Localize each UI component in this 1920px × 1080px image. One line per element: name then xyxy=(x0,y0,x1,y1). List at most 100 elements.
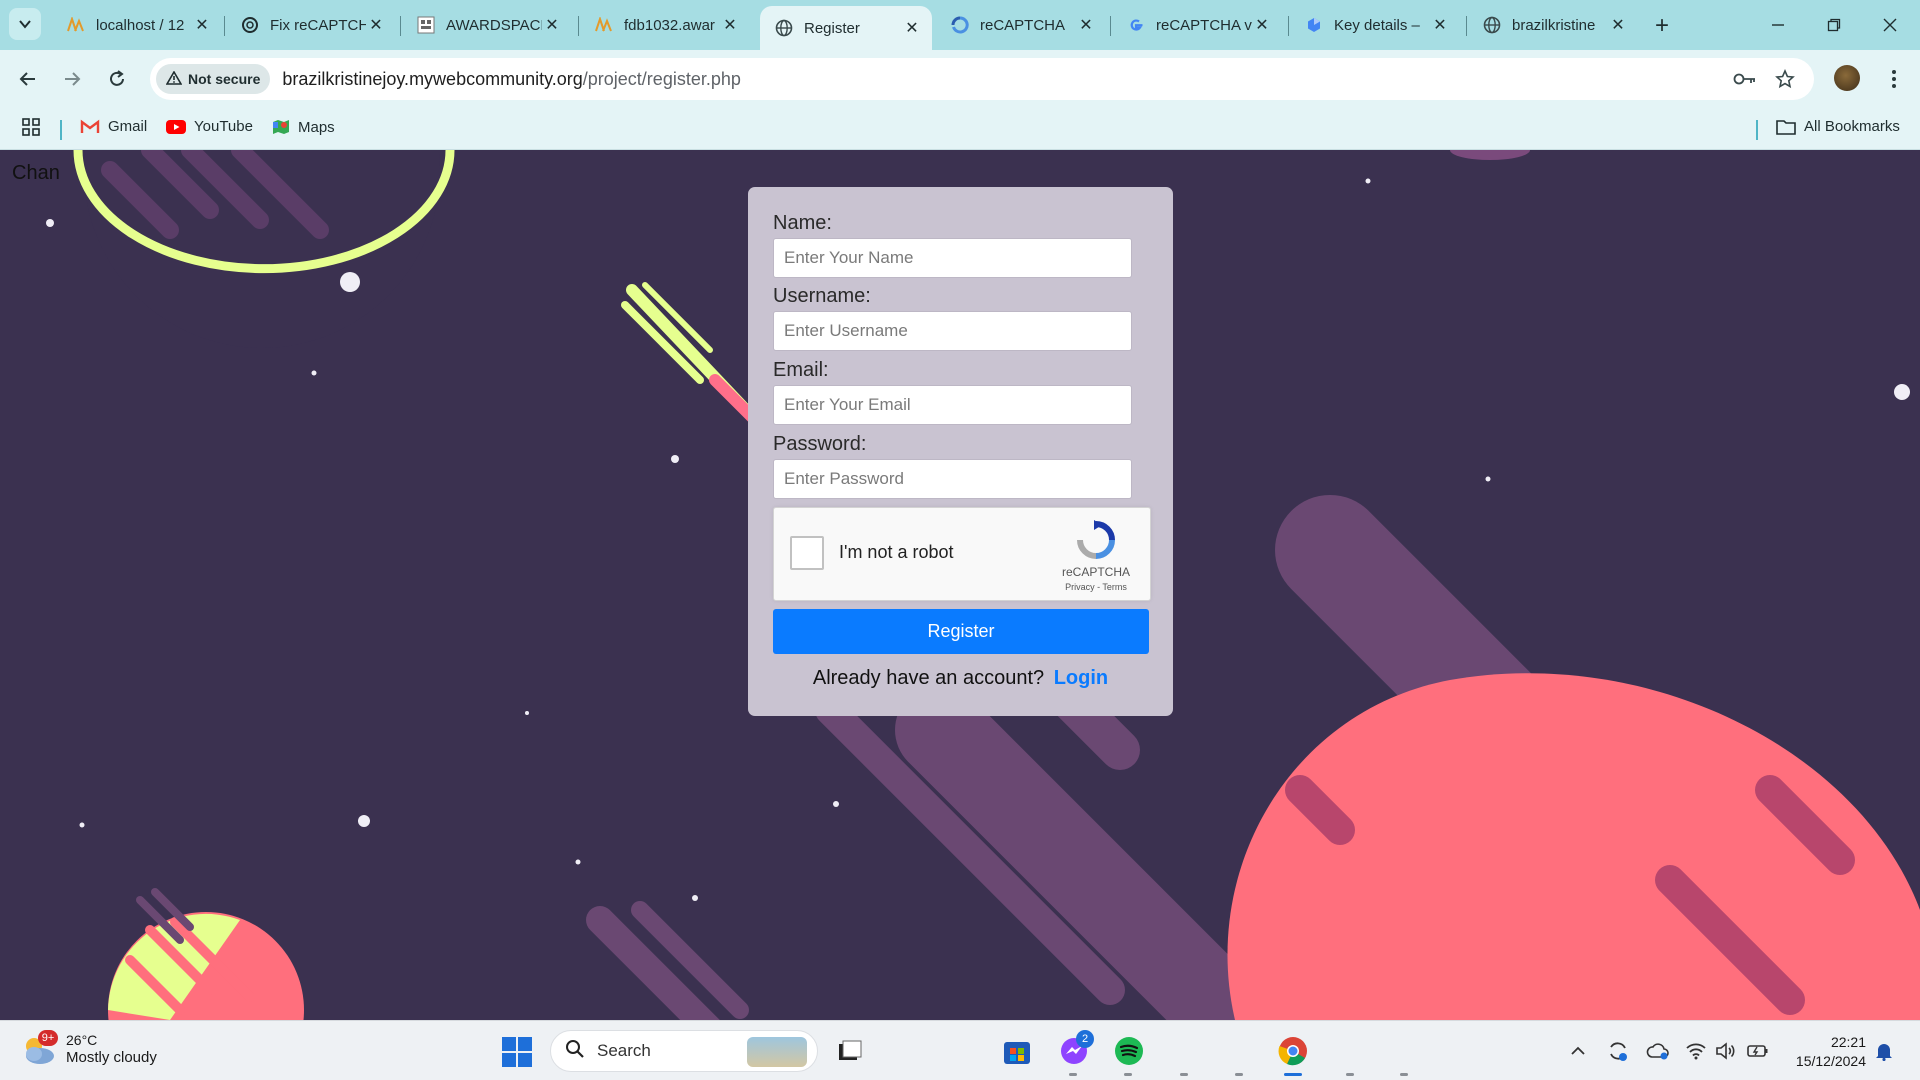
name-input[interactable] xyxy=(773,238,1132,278)
security-chip[interactable]: Not secure xyxy=(156,64,271,94)
back-button[interactable] xyxy=(12,63,44,95)
weather-widget[interactable]: 9+ 26°C Mostly cloudy xyxy=(20,1030,157,1067)
close-icon xyxy=(1883,18,1897,32)
tab-awardspace[interactable]: AWARDSPACE ✕ xyxy=(402,6,572,44)
system-clock[interactable]: 22:21 15/12/2024 xyxy=(1786,1033,1866,1071)
close-icon[interactable]: ✕ xyxy=(542,15,562,35)
forward-button[interactable] xyxy=(56,63,88,95)
tab-title: brazilkristine xyxy=(1512,16,1596,34)
task-view-button[interactable] xyxy=(833,1034,867,1068)
minimize-button[interactable] xyxy=(1758,10,1798,40)
close-icon[interactable]: ✕ xyxy=(902,18,922,38)
onedrive-tray-button[interactable] xyxy=(1646,1039,1670,1063)
weather-temperature: 26°C xyxy=(66,1032,98,1048)
search-label: Search xyxy=(597,1041,651,1060)
taskbar: 9+ 26°C Mostly cloudy Search 2 22:21 15/… xyxy=(0,1020,1920,1080)
youtube-icon xyxy=(166,119,186,134)
search-icon xyxy=(565,1039,585,1064)
browser-menu-button[interactable] xyxy=(1880,63,1908,95)
recaptcha-brand: reCAPTCHA xyxy=(1061,565,1130,579)
recaptcha-links[interactable]: Privacy - Terms xyxy=(1056,582,1136,592)
spotify-button[interactable] xyxy=(1112,1034,1146,1068)
username-label: Username: xyxy=(773,285,871,307)
address-bar[interactable]: Not secure brazilkristinejoy.mywebcommun… xyxy=(150,58,1814,100)
star xyxy=(358,815,370,827)
password-key-button[interactable] xyxy=(1730,64,1760,94)
sync-icon xyxy=(1610,1042,1627,1061)
wifi-icon xyxy=(1686,1043,1706,1060)
star xyxy=(1894,384,1910,400)
register-button[interactable]: Register xyxy=(773,609,1149,654)
start-button[interactable] xyxy=(502,1037,532,1067)
running-indicator xyxy=(1124,1073,1132,1076)
windows-logo-tile xyxy=(502,1053,516,1067)
battery-tray-button[interactable] xyxy=(1746,1039,1770,1063)
close-icon[interactable]: ✕ xyxy=(366,15,386,35)
apps-button[interactable] xyxy=(22,118,40,136)
taskbar-search[interactable]: Search xyxy=(550,1030,818,1072)
bookmark-youtube[interactable]: YouTube xyxy=(166,118,253,135)
all-bookmarks-button[interactable]: All Bookmarks xyxy=(1776,118,1900,135)
tray-overflow-button[interactable] xyxy=(1566,1039,1590,1063)
login-link[interactable]: Login xyxy=(1054,667,1108,689)
close-window-button[interactable] xyxy=(1870,10,1910,40)
password-input[interactable] xyxy=(773,459,1132,499)
chrome-icon xyxy=(1278,1037,1307,1066)
close-icon[interactable]: ✕ xyxy=(192,15,212,35)
reload-button[interactable] xyxy=(101,63,133,95)
bookmark-maps[interactable]: Maps xyxy=(272,118,335,136)
weather-condition: Mostly cloudy xyxy=(66,1049,157,1066)
arrow-right-icon xyxy=(65,72,81,86)
volume-tray-button[interactable] xyxy=(1714,1039,1738,1063)
star xyxy=(79,822,85,828)
sync-tray-button[interactable] xyxy=(1606,1039,1630,1063)
username-input[interactable] xyxy=(773,311,1132,351)
bookmark-star-button[interactable] xyxy=(1770,64,1800,94)
new-tab-button[interactable]: + xyxy=(1648,12,1676,40)
key-icon xyxy=(1733,73,1755,85)
tab-key-details[interactable]: Key details – ✕ xyxy=(1290,6,1460,44)
microsoft-store-button[interactable] xyxy=(1000,1034,1034,1068)
all-bookmarks-label: All Bookmarks xyxy=(1804,118,1900,135)
wifi-tray-button[interactable] xyxy=(1684,1039,1708,1063)
tab-fix-recaptcha[interactable]: Fix reCAPTCHA ✕ xyxy=(226,6,396,44)
tab-separator xyxy=(224,16,225,36)
running-indicator xyxy=(1069,1073,1077,1076)
bookmark-separator xyxy=(60,120,62,140)
tab-fdb1032[interactable]: fdb1032.awar ✕ xyxy=(580,6,750,44)
tab-register[interactable]: Register ✕ xyxy=(760,6,932,50)
restore-button[interactable] xyxy=(1814,10,1854,40)
tab-recaptcha-v[interactable]: reCAPTCHA v ✕ xyxy=(1112,6,1282,44)
chatgpt-icon xyxy=(240,15,260,35)
restore-icon xyxy=(1827,18,1841,32)
profile-avatar[interactable] xyxy=(1834,65,1860,91)
star xyxy=(525,711,529,715)
close-icon[interactable]: ✕ xyxy=(1076,15,1096,35)
tab-search-button[interactable] xyxy=(9,8,41,40)
cloud-icon xyxy=(1304,15,1324,35)
close-icon[interactable]: ✕ xyxy=(1252,15,1272,35)
tab-strip: localhost / 12 ✕ Fix reCAPTCHA ✕ AWARDSP… xyxy=(0,0,1920,50)
apps-grid-icon xyxy=(22,118,40,136)
close-icon[interactable]: ✕ xyxy=(1430,15,1450,35)
tab-title: reCAPTCHA xyxy=(980,16,1066,34)
url-text[interactable]: brazilkristinejoy.mywebcommunity.org/pro… xyxy=(282,69,741,90)
volume-icon xyxy=(1716,1042,1735,1060)
recaptcha-checkbox[interactable] xyxy=(790,536,824,570)
phpmyadmin-icon xyxy=(66,15,86,35)
email-input[interactable] xyxy=(773,385,1132,425)
reload-icon xyxy=(110,70,124,86)
tab-localhost[interactable]: localhost / 12 ✕ xyxy=(52,6,222,44)
url-host: brazilkristinejoy.mywebcommunity.org xyxy=(282,68,583,89)
close-icon[interactable]: ✕ xyxy=(1608,15,1628,35)
bookmark-gmail[interactable]: Gmail xyxy=(80,118,147,135)
close-icon[interactable]: ✕ xyxy=(720,15,740,35)
phpmyadmin-icon xyxy=(594,15,614,35)
notifications-button[interactable] xyxy=(1872,1039,1896,1063)
star xyxy=(46,219,54,227)
maps-icon xyxy=(272,118,290,136)
chrome-button[interactable] xyxy=(1276,1034,1310,1068)
tab-brazilkristine[interactable]: brazilkristine ✕ xyxy=(1468,6,1638,44)
tab-recaptcha[interactable]: reCAPTCHA ✕ xyxy=(936,6,1106,44)
recaptcha-widget: I'm not a robot reCAPTCHA Privacy - Term… xyxy=(773,507,1151,601)
